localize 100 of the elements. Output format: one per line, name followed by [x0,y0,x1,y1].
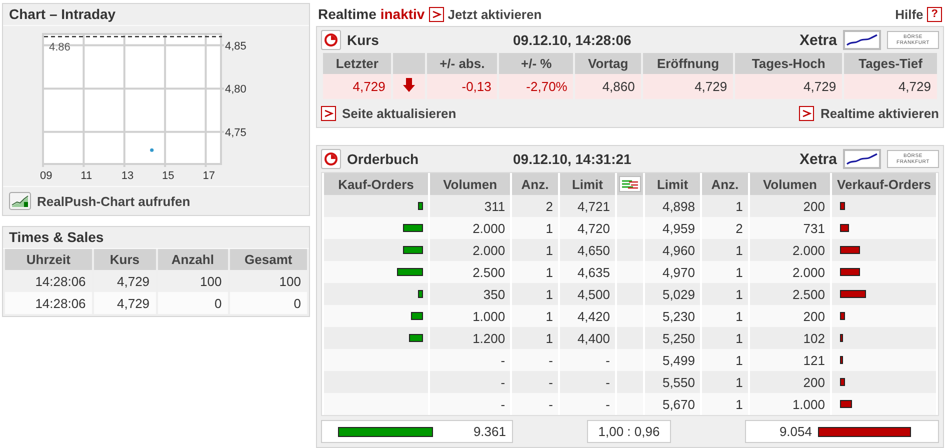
table-cell: 2.000 [430,217,510,239]
wave-logo-icon [843,30,881,50]
table-cell: 2.000 [430,239,510,261]
table-cell: 4,729 [323,74,392,99]
action-link[interactable]: Seite aktualisieren [342,106,456,121]
table-cell: 2.000 [750,261,830,283]
table-cell: 350 [430,283,510,305]
table-cell: 2.500 [750,283,830,305]
chevron-icon [799,106,814,121]
table-cell: 5,230 [644,305,700,327]
table-cell: - [430,349,510,371]
help-link[interactable]: Hilfe [895,6,924,22]
table-cell: 0 [158,292,228,314]
column-header: Volumen [430,173,510,195]
table-cell: 4,729 [844,74,937,99]
table-cell: 200 [750,371,830,393]
column-header: Anzahl [158,249,228,270]
table-cell: 1.200 [430,327,510,349]
table-cell: -2,70% [499,74,574,99]
axis-label: 09 [40,170,52,182]
table-cell: 4,960 [644,239,700,261]
column-header: Kauf-Orders [324,173,428,195]
table-cell: - [430,371,510,393]
table-cell: 5,670 [644,393,700,415]
column-header: +/- abs. [426,53,498,74]
table-cell: 4,729 [642,74,734,99]
table-cell: 200 [750,305,830,327]
activate-link[interactable]: Jetzt aktivieren [448,6,542,22]
realtime-label: Realtime [318,6,376,22]
order-lines-icon [618,176,641,192]
table-cell: 4,860 [575,74,641,99]
table-cell: 2.000 [750,239,830,261]
table-cell: 4,898 [644,195,700,217]
exchange-name: Xetra [799,150,837,168]
table-cell: 2 [702,217,748,239]
pie-icon [324,33,338,47]
table-cell: 2.500 [430,261,510,283]
column-header: Vortag [575,53,641,74]
table-cell: 1.000 [750,393,830,415]
table-cell: 4,970 [644,261,700,283]
table-cell: 4,721 [560,195,615,217]
table-cell: - [560,349,615,371]
table-cell: 1 [702,239,748,261]
column-header: Verkauf-Orders [832,173,936,195]
chart-icon [9,192,31,210]
column-header: +/- % [499,53,574,74]
column-header: Anz. [702,173,748,195]
chart-link[interactable]: RealPush-Chart aufrufen [37,194,190,208]
table-cell: 1 [702,371,748,393]
column-header: Uhrzeit [5,249,92,270]
table-cell: 1.000 [430,305,510,327]
timestamp: 09.12.10, 14:31:21 [513,151,632,167]
table-cell: 1 [512,283,558,305]
timestamp: 09.12.10, 14:28:06 [513,32,632,48]
table-cell: 5,499 [644,349,700,371]
chevron-icon [321,106,336,121]
table-cell: - [512,349,558,371]
box-title: Orderbuch [347,151,420,167]
table-cell: - [430,393,510,415]
axis-label: 11 [80,170,92,182]
axis-label: 13 [121,170,134,182]
table-cell: 1 [512,327,558,349]
axis-label: 15 [162,170,174,182]
axis-label: 4,80 [225,84,246,96]
total-value: 9.054 [778,424,813,439]
table-cell: 4,500 [560,283,615,305]
table-cell: 1 [512,305,558,327]
column-header: Tages-Tief [844,53,937,74]
table-cell: - [560,371,615,393]
table-cell: -0,13 [426,74,498,99]
table-cell: 4,400 [560,327,615,349]
table-cell: 2 [512,195,558,217]
table-cell: 1 [702,305,748,327]
table-cell: 1 [512,261,558,283]
icon-button[interactable] [321,30,341,50]
box-title: Kurs [347,32,380,48]
help-button[interactable]: ? [927,6,942,22]
axis-label: 17 [202,170,215,182]
column-header: Gesamt [230,249,307,270]
axis-label: 4,75 [225,126,246,139]
table-cell: 4,729 [735,74,842,99]
column-header: Eröffnung [642,53,734,74]
total-value: 9.361 [472,424,507,439]
pie-icon [324,152,338,166]
table-cell: - [560,393,615,415]
column-header: Tages-Hoch [735,53,842,74]
panel-title: Chart – Intraday [3,4,309,26]
table-cell: 121 [750,349,830,371]
action-link[interactable]: Realtime aktivieren [820,106,939,121]
axis-label: 4,85 [225,40,246,52]
table-cell: 1 [702,393,748,415]
table-cell: 5,250 [644,327,700,349]
column-header: Limit [560,173,615,195]
table-cell: 1 [702,261,748,283]
table-cell: 311 [430,195,510,217]
table-cell: 1 [512,239,558,261]
table-cell: 4,420 [560,305,615,327]
icon-button[interactable] [321,149,341,169]
table-cell: 5,550 [644,371,700,393]
table-cell: 4,720 [560,217,615,239]
